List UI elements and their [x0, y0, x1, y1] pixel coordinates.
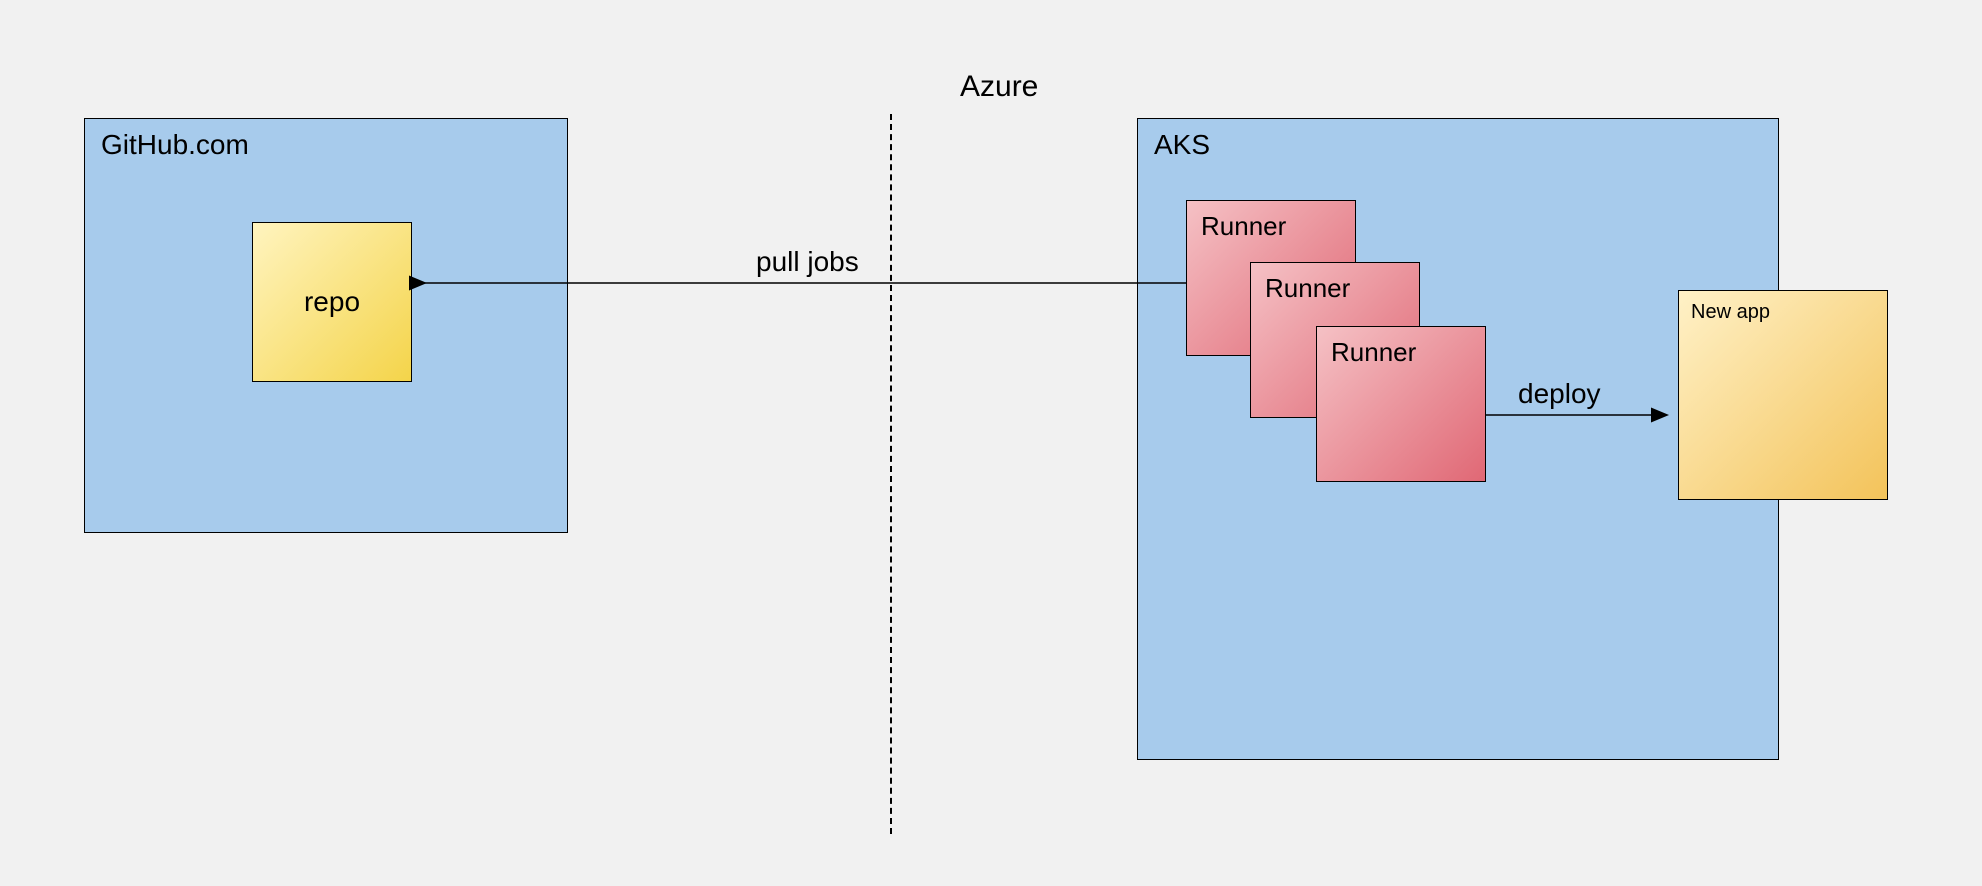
runner-label-3: Runner [1331, 337, 1416, 367]
pull-jobs-label: pull jobs [756, 246, 859, 278]
diagram-canvas: Azure GitHub.com repo AKS Runner Runner … [0, 0, 1982, 886]
azure-region-label: Azure [960, 70, 1038, 104]
new-app-box: New app [1678, 290, 1888, 500]
repo-label: repo [304, 286, 360, 318]
new-app-label: New app [1691, 301, 1770, 323]
deploy-label: deploy [1518, 378, 1601, 410]
runner-label-2: Runner [1265, 273, 1350, 303]
runner-label-1: Runner [1201, 211, 1286, 241]
boundary-divider [890, 114, 892, 834]
github-title: GitHub.com [101, 129, 249, 161]
runner-box-3: Runner [1316, 326, 1486, 482]
repo-box: repo [252, 222, 412, 382]
aks-title: AKS [1154, 129, 1210, 161]
